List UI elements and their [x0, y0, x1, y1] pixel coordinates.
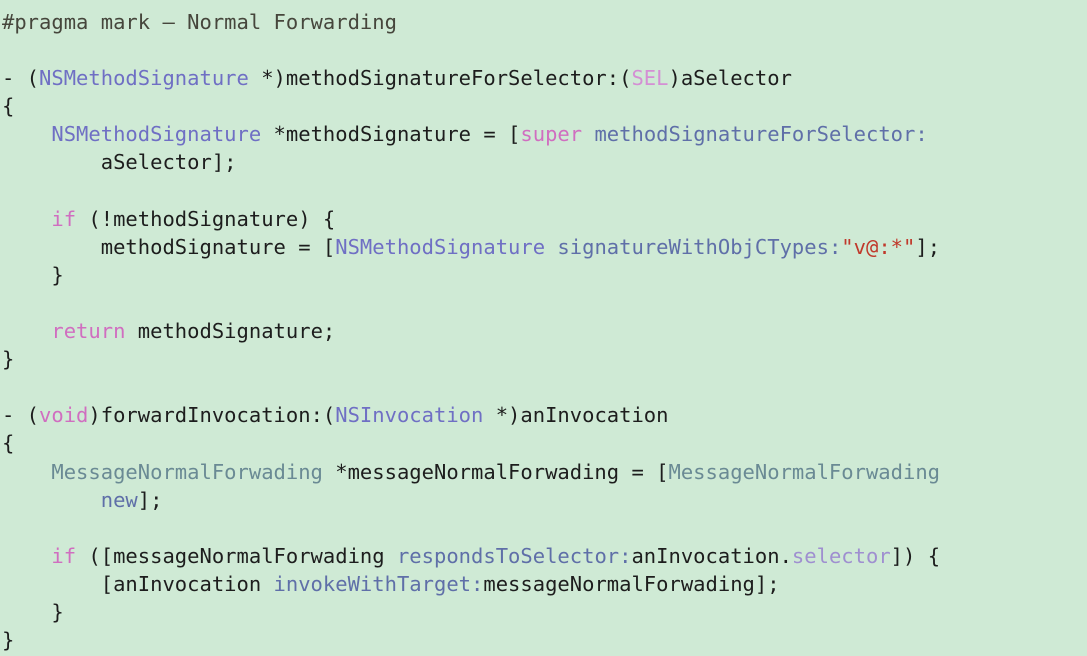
- code-token-usertype: MessageNormalForwading: [668, 459, 941, 484]
- code-token-selector: methodSignatureForSelector:: [594, 122, 928, 147]
- code-token-class: NSMethodSignature: [335, 234, 546, 259]
- code-token-plain: {: [2, 431, 15, 456]
- code-token-plain: aSelector];: [2, 150, 237, 175]
- code-token-plain: }: [2, 599, 64, 624]
- code-token-plain: - (: [2, 66, 40, 91]
- code-line: - (NSMethodSignature *)methodSignatureFo…: [2, 64, 1087, 92]
- code-token-plain: *)methodSignatureForSelector:(: [248, 66, 632, 91]
- code-token-keyword: super: [520, 122, 583, 147]
- code-token-plain: ([messageNormalForwading: [76, 543, 397, 568]
- code-token-plain: (!methodSignature) {: [76, 206, 336, 231]
- code-token-property: selector: [791, 543, 891, 568]
- code-line: {: [2, 429, 1087, 457]
- code-token-plain: )aSelector: [668, 66, 792, 91]
- code-token-keyword: void: [39, 403, 89, 428]
- code-line: return methodSignature;: [2, 317, 1087, 345]
- code-token-keyword: if: [51, 543, 77, 568]
- code-line: aSelector];: [2, 148, 1087, 176]
- code-token-plain: *messageNormalForwading = [: [322, 459, 669, 484]
- code-token-selector: signatureWithObjCTypes:: [557, 234, 842, 259]
- code-token-plain: ]) {: [890, 543, 941, 568]
- code-token-plain: *methodSignature = [: [261, 122, 521, 147]
- code-token-plain: }: [2, 628, 15, 653]
- code-token-plain: methodSignature = [: [2, 234, 336, 259]
- code-token-type: SEL: [631, 66, 669, 91]
- code-token-plain: *)anInvocation: [483, 403, 669, 428]
- code-token-usertype: MessageNormalForwading: [51, 459, 323, 484]
- code-line: #pragma mark – Normal Forwarding: [2, 8, 1087, 36]
- code-line: - (void)forwardInvocation:(NSInvocation …: [2, 401, 1087, 429]
- code-token-plain: ];: [915, 234, 941, 259]
- code-block[interactable]: #pragma mark – Normal Forwarding - (NSMe…: [0, 0, 1087, 656]
- code-token-keyword: if: [51, 206, 77, 231]
- code-token-selector: new: [100, 487, 138, 512]
- code-token-class: NSMethodSignature: [39, 66, 249, 91]
- code-token-string: "v@:*": [841, 234, 916, 259]
- code-token-plain: - (: [2, 403, 40, 428]
- code-line: }: [2, 598, 1087, 626]
- code-token-class: NSInvocation: [335, 403, 484, 428]
- code-token-comment: #pragma mark – Normal Forwarding: [2, 10, 397, 34]
- code-line: {: [2, 92, 1087, 120]
- code-line: new];: [2, 486, 1087, 514]
- code-token-plain: messageNormalForwading];: [483, 571, 780, 596]
- code-token-selector: invokeWithTarget:: [273, 571, 484, 596]
- code-token-plain: methodSignature;: [125, 319, 336, 344]
- code-line: }: [2, 345, 1087, 373]
- code-line: }: [2, 261, 1087, 289]
- code-token-plain: }: [2, 347, 15, 372]
- code-token-selector: respondsToSelector:: [396, 543, 632, 568]
- code-token-keyword: return: [51, 319, 126, 344]
- code-token-plain: )forwardInvocation:(: [88, 403, 336, 428]
- code-line: NSMethodSignature *methodSignature = [su…: [2, 120, 1087, 148]
- code-line: }: [2, 626, 1087, 654]
- code-line: [anInvocation invokeWithTarget:messageNo…: [2, 570, 1087, 598]
- code-line: methodSignature = [NSMethodSignature sig…: [2, 233, 1087, 261]
- code-token-plain: }: [2, 262, 64, 287]
- code-token-class: NSMethodSignature: [51, 122, 262, 147]
- code-line: if ([messageNormalForwading respondsToSe…: [2, 542, 1087, 570]
- code-token-plain: anInvocation.: [631, 543, 792, 568]
- code-token-plain: {: [2, 94, 15, 119]
- code-token-plain: ];: [137, 487, 163, 512]
- code-line: MessageNormalForwading *messageNormalFor…: [2, 458, 1087, 486]
- code-line: if (!methodSignature) {: [2, 205, 1087, 233]
- code-token-plain: [anInvocation: [2, 571, 274, 596]
